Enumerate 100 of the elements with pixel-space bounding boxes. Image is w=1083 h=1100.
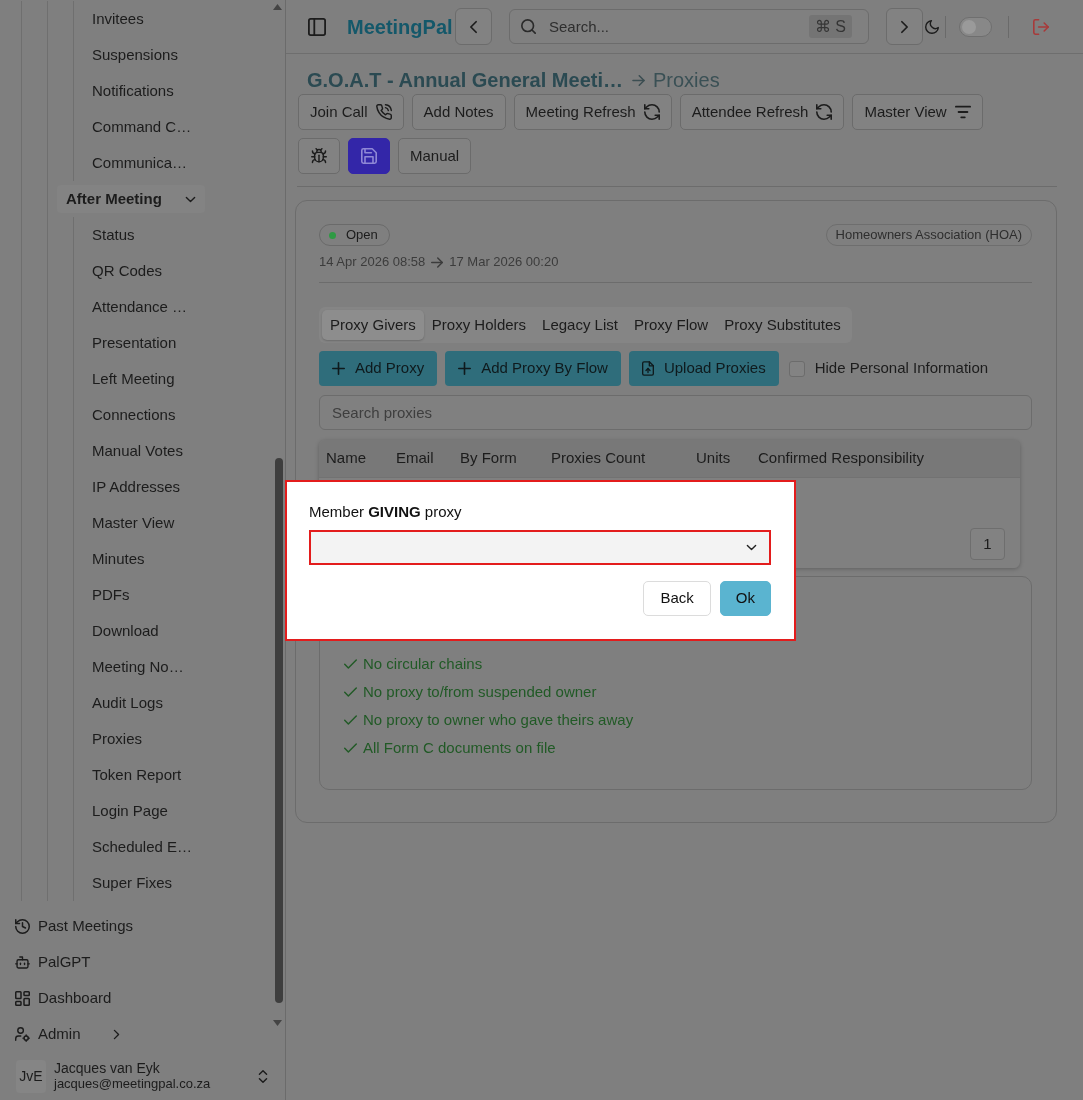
end-date-text: 17 Mar 2026 00:20 xyxy=(449,253,559,271)
sidebar-group-header[interactable]: After Meeting xyxy=(57,185,205,213)
plus-icon xyxy=(458,362,472,375)
field-label: Member GIVING proxy xyxy=(309,502,462,522)
moon-icon xyxy=(925,19,939,34)
sidebar-link[interactable]: Manual Votes xyxy=(92,441,183,461)
scroll-up-arrow-icon[interactable] xyxy=(273,4,282,10)
tab[interactable]: Proxy Substitutes xyxy=(716,310,849,340)
tab[interactable]: Proxy Holders xyxy=(423,310,535,340)
search-field[interactable]: Search proxies xyxy=(319,395,1032,430)
tab[interactable]: Proxy Givers xyxy=(322,310,424,340)
sidebar-link[interactable]: Proxies xyxy=(92,729,143,749)
chevron-left-icon xyxy=(469,19,478,34)
toolbar-button[interactable]: Manual xyxy=(398,138,472,174)
user-name: Jacques van Eyk xyxy=(54,1060,161,1076)
column-header: Units xyxy=(696,449,731,467)
sidebar-link[interactable]: Attendance … xyxy=(92,297,188,317)
validation-message: All Form C documents on file xyxy=(363,737,556,758)
toolbar-button[interactable]: Meeting Refresh xyxy=(513,94,672,130)
action-button[interactable]: Upload Proxies xyxy=(628,351,779,386)
sidebar-link[interactable]: Invitees xyxy=(92,9,144,29)
sidebar-link[interactable]: Login Page xyxy=(92,801,168,821)
dialog-button[interactable]: Back xyxy=(643,580,711,616)
sidebar-link[interactable]: Command C… xyxy=(92,117,192,137)
breadcrumb-link[interactable]: G.O.A.T - Annual General Meeti… xyxy=(307,65,623,95)
sidebar-link[interactable]: Scheduled E… xyxy=(92,837,193,857)
toolbar-button[interactable]: Join Call xyxy=(298,94,404,130)
sidebar-link[interactable]: Suspensions xyxy=(92,45,178,65)
toolbar-button[interactable]: Master View xyxy=(852,94,983,130)
check-icon xyxy=(344,659,357,669)
validation-message: No proxy to owner who gave theirs away xyxy=(363,709,634,730)
sidebar-link[interactable]: Super Fixes xyxy=(92,873,173,893)
refresh-icon xyxy=(643,104,660,120)
column-header: Confirmed Responsibility xyxy=(758,449,924,467)
sidebar-link[interactable]: IP Addresses xyxy=(92,477,181,497)
toolbar-button[interactable] xyxy=(348,138,390,174)
file-upload-icon xyxy=(641,361,654,376)
chevrons-up-down-icon[interactable] xyxy=(258,1068,268,1084)
user-email: jacques@meetingpal.co.za xyxy=(54,1076,211,1092)
robot-icon xyxy=(15,954,30,970)
toolbar-button[interactable]: Add Notes xyxy=(411,94,506,130)
sidebar-link[interactable]: Notifications xyxy=(92,81,174,101)
sidebar-link[interactable]: Download xyxy=(92,621,159,641)
member-select[interactable] xyxy=(309,529,771,565)
sidebar-link[interactable]: Dashboard xyxy=(15,988,112,1008)
sidebar-link[interactable]: Past Meetings xyxy=(15,916,134,936)
sidebar-link[interactable]: QR Codes xyxy=(92,261,163,281)
lines-icon xyxy=(954,104,971,120)
sidebar-link[interactable]: Status xyxy=(92,225,135,245)
sidebar-link[interactable]: Presentation xyxy=(92,333,177,353)
dialog-button[interactable]: Ok xyxy=(719,580,771,616)
page-number-button[interactable]: 1 xyxy=(970,528,1005,560)
sidebar-link[interactable]: Audit Logs xyxy=(92,693,163,713)
checkbox-label[interactable]: Hide Personal Information xyxy=(814,357,989,380)
check-icon xyxy=(344,715,357,725)
sidebar-link[interactable]: Left Meeting xyxy=(92,369,175,389)
sidebar-link[interactable]: PDFs xyxy=(92,585,130,605)
start-date-text: 14 Apr 2026 08:58 xyxy=(319,253,426,271)
user-gear-icon xyxy=(15,1026,30,1042)
sidebar-link[interactable]: Token Report xyxy=(92,765,182,785)
phone-call-icon xyxy=(375,104,392,120)
bug-icon xyxy=(311,148,327,164)
dashboard-grid-icon xyxy=(15,990,30,1006)
logout-icon[interactable] xyxy=(1033,18,1049,35)
check-icon xyxy=(344,743,357,753)
page-title: Proxies xyxy=(652,68,720,93)
forward-button[interactable] xyxy=(886,8,923,45)
toolbar-button[interactable] xyxy=(298,138,340,174)
sidebar-link[interactable]: Master View xyxy=(92,513,175,533)
arrow-right-icon xyxy=(631,74,645,86)
toolbar-button[interactable]: Attendee Refresh xyxy=(679,94,845,130)
chevron-right-icon xyxy=(900,19,909,34)
column-header: By Form xyxy=(460,449,517,467)
sidebar-link[interactable]: Communica… xyxy=(92,153,188,173)
sidebar-link[interactable]: Admin xyxy=(15,1024,120,1044)
action-button[interactable]: Add Proxy xyxy=(319,351,438,386)
sidebar-link[interactable]: PalGPT xyxy=(15,952,91,972)
sidebar-link[interactable]: Minutes xyxy=(92,549,145,569)
search-icon xyxy=(521,19,536,34)
scrollbar-thumb[interactable] xyxy=(275,458,283,1003)
column-header: Email xyxy=(396,449,434,467)
arrow-right-icon xyxy=(431,256,444,268)
sidebar-link[interactable]: Meeting No… xyxy=(92,657,184,677)
tab[interactable]: Legacy List xyxy=(534,310,626,340)
back-button[interactable] xyxy=(455,8,492,45)
sidebar-link[interactable]: Connections xyxy=(92,405,176,425)
refresh-icon xyxy=(816,104,833,120)
chevron-down-icon xyxy=(746,543,757,551)
shortcut-hint: ⌘ S xyxy=(808,15,852,38)
validation-message: No circular chains xyxy=(363,653,483,674)
tab[interactable]: Proxy Flow xyxy=(625,310,717,340)
column-header: Proxies Count xyxy=(551,449,646,467)
check-icon xyxy=(344,687,357,697)
user-initials-avatar: JvE xyxy=(16,1059,46,1093)
action-button[interactable]: Add Proxy By Flow xyxy=(445,351,621,386)
sidebar-toggle-icon[interactable] xyxy=(308,17,326,36)
validation-message: No proxy to/from suspended owner xyxy=(363,681,597,702)
theme-switch[interactable] xyxy=(959,16,992,37)
column-header: Name xyxy=(326,449,366,467)
scroll-down-arrow-icon[interactable] xyxy=(273,1020,282,1026)
